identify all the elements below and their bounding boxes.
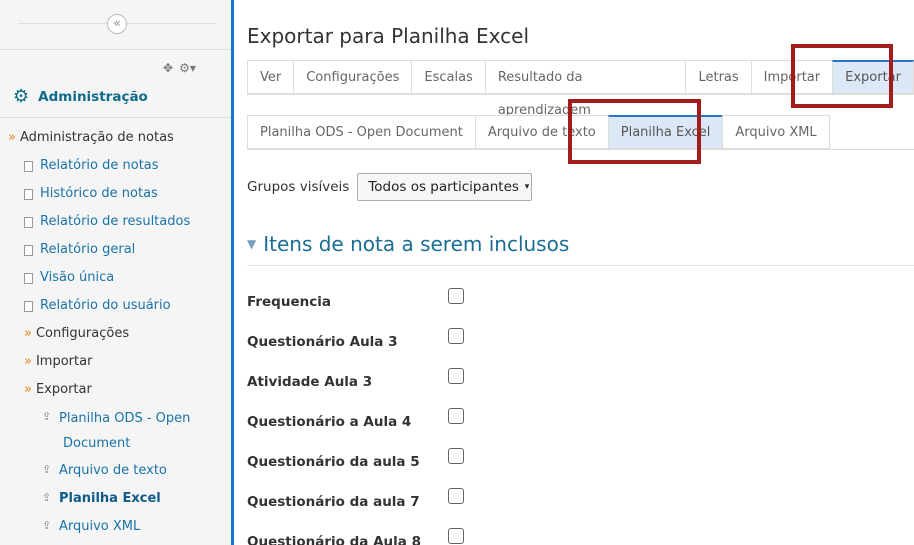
grade-item-name: Questionário da Aula 8 <box>247 534 421 545</box>
sidebar-item[interactable]: Relatório do usuário <box>24 298 171 313</box>
sidebar-item[interactable]: Relatório geral <box>24 242 135 257</box>
sidebar-item-label: Administração de notas <box>19 130 174 145</box>
highlight-box-export-tab <box>791 44 893 108</box>
document-icon <box>24 273 33 284</box>
chevron-right-icon: » <box>24 326 32 341</box>
tab-2[interactable]: Escalas <box>411 60 485 94</box>
sidebar-item[interactable]: Relatório de resultados <box>24 214 190 229</box>
sidebar-item-label: Relatório do usuário <box>40 298 171 313</box>
sidebar-item-label: Planilha ODS - Open Document <box>59 406 190 456</box>
collapse-triangle-icon[interactable]: ▼ <box>247 237 256 251</box>
sidebar-item-label: Relatório de resultados <box>40 214 191 229</box>
sidebar-divider <box>0 117 231 118</box>
tab-3[interactable]: Resultado da aprendizagem <box>484 60 686 118</box>
visible-groups-select[interactable]: Todos os participantes ▾ <box>357 173 533 201</box>
block-controls: ✥ ⚙▾ <box>163 61 202 75</box>
sidebar-item[interactable]: ⇪ Planilha ODS - Open Document <box>42 410 190 456</box>
sidebar-item-label: Visão única <box>40 270 115 285</box>
tab-0[interactable]: Ver <box>247 60 294 94</box>
grade-item-checkbox[interactable] <box>448 528 464 544</box>
highlight-box-excel-tab <box>568 99 701 164</box>
sidebar-item-label: Planilha Excel <box>59 491 161 506</box>
grade-item-row: Questionário da aula 7 <box>247 488 914 512</box>
dropdown-caret-icon: ▾ <box>524 182 530 192</box>
document-icon <box>24 217 33 228</box>
sidebar-edge <box>231 0 234 545</box>
sidebar: « ✥ ⚙▾ ⚙ Administração » Administração de … <box>0 0 234 545</box>
chevron-right-icon: » <box>24 382 32 397</box>
visible-groups-label: Grupos visíveis <box>247 179 350 195</box>
main-content: Exportar para Planilha Excel Ver Configur… <box>247 0 914 545</box>
export-icon: ⇪ <box>42 463 52 476</box>
move-icon[interactable]: ✥ <box>163 61 173 75</box>
grade-item-row: Frequencia <box>247 288 914 312</box>
collapse-sidebar-icon[interactable]: « <box>107 14 127 34</box>
chevron-right-icon: » <box>8 130 16 145</box>
grade-item-name: Questionário a Aula 4 <box>247 414 412 430</box>
subtab-3[interactable]: Arquivo XML <box>722 115 830 149</box>
sidebar-item[interactable]: Visão única <box>24 270 114 285</box>
sidebar-item-label: Relatório de notas <box>40 158 159 173</box>
sidebar-item-label: Arquivo de texto <box>59 463 167 478</box>
sidebar-item-label: Relatório geral <box>40 242 136 257</box>
visible-groups-value: Todos os participantes <box>368 179 519 195</box>
sidebar-item[interactable]: Relatório de notas <box>24 158 159 173</box>
export-icon: ⇪ <box>42 491 52 504</box>
grade-item-name: Questionário da aula 7 <box>247 494 420 510</box>
grade-item-name: Frequencia <box>247 294 331 310</box>
grade-item-name: Atividade Aula 3 <box>247 374 373 390</box>
grade-item-checkbox[interactable] <box>448 448 464 464</box>
sidebar-item-label: Importar <box>35 354 93 369</box>
sidebar-item[interactable]: » Exportar <box>24 382 92 397</box>
document-icon <box>24 161 33 172</box>
grade-item-row: Questionário da aula 5 <box>247 448 914 472</box>
document-icon <box>24 301 33 312</box>
grade-item-row: Questionário da Aula 8 <box>247 528 914 545</box>
sidebar-item-label-line1: Planilha ODS - Open <box>59 411 191 426</box>
sidebar-item-label: Exportar <box>35 382 92 397</box>
sidebar-item-label: Histórico de notas <box>40 186 158 201</box>
chevron-right-icon: » <box>24 354 32 369</box>
grade-item-row: Atividade Aula 3 <box>247 368 914 392</box>
grade-item-checkbox[interactable] <box>448 408 464 424</box>
visible-groups-row: Grupos visíveis Todos os participantes ▾ <box>247 173 533 201</box>
tab-1[interactable]: Configurações <box>293 60 412 94</box>
grade-item-name: Questionário da aula 5 <box>247 454 420 470</box>
grade-item-checkbox[interactable] <box>448 368 464 384</box>
section-divider <box>247 265 914 266</box>
administration-title[interactable]: Administração <box>38 89 148 105</box>
grade-items-section-title: Itens de nota a serem inclusos <box>263 232 570 256</box>
grade-item-checkbox[interactable] <box>448 328 464 344</box>
subtab-0[interactable]: Planilha ODS - Open Document <box>247 115 475 149</box>
sidebar-item[interactable]: » Administração de notas <box>8 130 174 145</box>
grade-item-checkbox[interactable] <box>448 488 464 504</box>
document-icon <box>24 189 33 200</box>
grade-item-row: Questionário a Aula 4 <box>247 408 914 432</box>
page-title: Exportar para Planilha Excel <box>247 24 530 48</box>
sidebar-divider <box>0 49 231 50</box>
document-icon <box>24 245 33 256</box>
sidebar-item[interactable]: Histórico de notas <box>24 186 158 201</box>
export-icon: ⇪ <box>42 519 52 532</box>
export-icon: ⇪ <box>42 410 52 423</box>
sidebar-item-label-line2: Document <box>63 436 131 451</box>
sidebar-item[interactable]: » Importar <box>24 354 92 369</box>
tab-4[interactable]: Letras <box>685 60 751 94</box>
admin-gears-icon: ⚙ <box>13 86 30 107</box>
sidebar-item-label: Arquivo XML <box>59 519 141 534</box>
sidebar-item[interactable]: » Configurações <box>24 326 129 341</box>
sidebar-item[interactable]: ⇪ Planilha Excel <box>42 491 161 506</box>
sidebar-item[interactable]: ⇪ Arquivo XML <box>42 519 140 534</box>
sidebar-item[interactable]: ⇪ Arquivo de texto <box>42 463 167 478</box>
grade-item-row: Questionário Aula 3 <box>247 328 914 352</box>
sidebar-item-label: Configurações <box>35 326 130 341</box>
gear-menu-icon[interactable]: ⚙▾ <box>179 61 196 75</box>
grade-items-section-header[interactable]: ▼ Itens de nota a serem inclusos <box>247 232 914 256</box>
grade-item-checkbox[interactable] <box>448 288 464 304</box>
administration-block-header: ⚙ Administração <box>13 88 148 106</box>
grade-item-name: Questionário Aula 3 <box>247 334 398 350</box>
